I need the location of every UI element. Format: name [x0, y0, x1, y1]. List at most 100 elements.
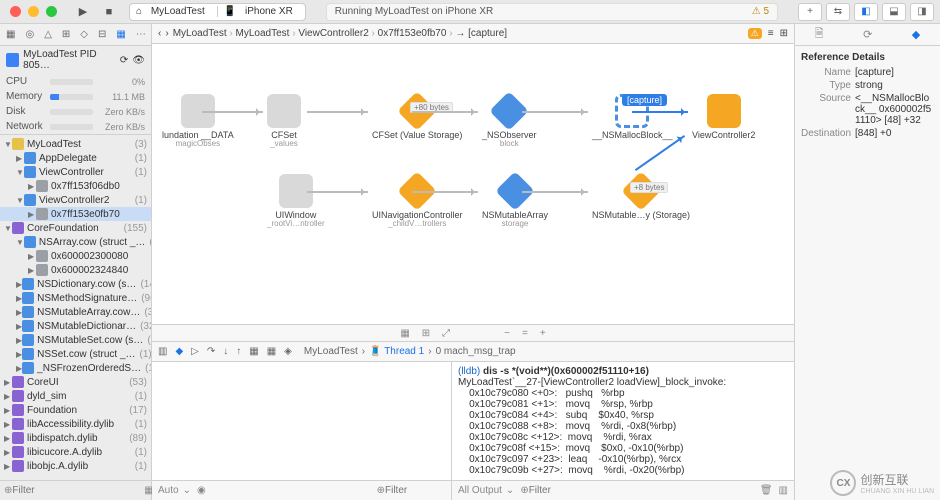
warning-badge[interactable]: ⚠ 5 [752, 6, 769, 17]
layout2-icon[interactable]: ⊞ [422, 328, 430, 339]
graph-node[interactable]: CFSet_values [267, 94, 301, 148]
tree-node[interactable]: ▶dyld_sim(1) [0, 389, 151, 403]
tree-node[interactable]: ▶libdispatch.dylib(89) [0, 431, 151, 445]
toggle-bottom-panel-button[interactable]: ⬓ [882, 3, 906, 21]
jump-bar[interactable]: ‹ › MyLoadTest › MyLoadTest › ViewContro… [152, 24, 794, 44]
tree-node[interactable]: ▶0x7ff153e0fb70 [0, 207, 151, 221]
breakpoints-toggle-icon[interactable]: ◆ [175, 346, 183, 357]
minimize-window-button[interactable] [28, 6, 39, 17]
tree-node[interactable]: ▼ViewController2(1) [0, 193, 151, 207]
debug-memory-nav-icon[interactable]: ▦ [116, 29, 125, 40]
tree-node[interactable]: ▶NSMethodSignature…(96) [0, 291, 151, 305]
test-nav-icon[interactable]: ⊟ [98, 29, 106, 40]
jump-segment[interactable]: → [capture] [455, 28, 507, 39]
tree-node[interactable]: ▶CoreUI(53) [0, 375, 151, 389]
zoom-window-button[interactable] [46, 6, 57, 17]
toggle-right-panel-button[interactable]: ◨ [910, 3, 934, 21]
tree-node[interactable]: ▶0x600002324840 [0, 263, 151, 277]
console-layout-icon[interactable]: ▥ [779, 485, 788, 496]
tree-node[interactable]: ▶_NSFrozenOrderedS…(1) [0, 361, 151, 375]
tree-node[interactable]: ▼ViewController(1) [0, 165, 151, 179]
tree-node[interactable]: ▶AppDelegate(1) [0, 151, 151, 165]
variables-view[interactable]: Auto ⌄◉⊕ [152, 362, 452, 500]
forward-button[interactable]: › [165, 28, 168, 39]
scheme-selector[interactable]: ⌂ MyLoadTest 📱 iPhone XR [129, 3, 306, 21]
tree-node[interactable]: ▶libobjc.A.dylib(1) [0, 459, 151, 473]
jump-segment[interactable]: MyLoadTest [173, 28, 227, 39]
tree-node[interactable]: ▶NSMutableArray.cow…(3) [0, 305, 151, 319]
tree-node[interactable]: ▶0x600002300080 [0, 249, 151, 263]
vars-filter-input[interactable] [385, 485, 445, 496]
add-button[interactable]: + [798, 3, 822, 21]
jump-segment[interactable]: MyLoadTest [236, 28, 290, 39]
graph-node[interactable]: _NSObserverblock [482, 94, 537, 148]
find-nav-icon[interactable]: ⊞ [62, 29, 70, 40]
console-output[interactable]: (lldb) dis -s *(void**)(0x600002f51110+1… [452, 362, 794, 480]
graph-node[interactable]: UIWindow_rootVi…ntroller [267, 174, 325, 228]
tree-node[interactable]: ▼NSArray.cow (struct _…(2) [0, 235, 151, 249]
clear-console-icon[interactable]: 🗑 [760, 485, 773, 496]
output-scope-select[interactable]: All Output ⌄ [458, 485, 514, 496]
tree-node[interactable]: ▶0x7ff153f06db0 [0, 179, 151, 193]
tree-node[interactable]: ▶NSMutableSet.cow (s…(6) [0, 333, 151, 347]
memory-inspector-icon[interactable]: ◆ [912, 28, 920, 41]
stop-button[interactable]: ■ [97, 2, 121, 22]
step-out-icon[interactable]: ↑ [236, 346, 241, 357]
output-filter-input[interactable] [529, 485, 589, 496]
vars-eye-icon[interactable]: ◉ [197, 485, 206, 496]
filter-input[interactable] [12, 485, 144, 496]
issue-badge[interactable]: ⚠ [748, 28, 762, 39]
graph-node[interactable]: NSMutableArraystorage [482, 174, 548, 228]
breakpoint-nav-icon[interactable]: ⋯ [136, 29, 146, 40]
editor-layout-icon[interactable]: ⊞ [780, 28, 788, 39]
gauge-cpu[interactable]: CPU0% [0, 74, 151, 89]
library-button[interactable]: ⇆ [826, 3, 850, 21]
jump-segment[interactable]: ViewController2 [298, 28, 368, 39]
expand-icon[interactable]: ⤢ [442, 328, 450, 339]
graph-node[interactable]: NSMutable…y (Storage) [592, 174, 690, 220]
gauge-memory[interactable]: Memory11.1 MB [0, 89, 151, 104]
back-button[interactable]: ‹ [158, 28, 161, 39]
memory-debug-icon[interactable]: ▦ [267, 346, 276, 357]
tree-node[interactable]: ▶libicucore.A.dylib(1) [0, 445, 151, 459]
vars-scope-select[interactable]: Auto ⌄ [158, 485, 191, 496]
layout-icon[interactable]: ▦ [400, 328, 409, 339]
refresh-icon[interactable]: ⟳ [120, 55, 128, 66]
continue-icon[interactable]: ▷ [191, 346, 199, 357]
memory-tree[interactable]: ▼MyLoadTest(3)▶AppDelegate(1)▼ViewContro… [0, 135, 151, 480]
zoom-in-icon[interactable]: + [540, 328, 546, 339]
tree-node[interactable]: ▶libAccessibility.dylib(1) [0, 417, 151, 431]
jump-segment[interactable]: 0x7ff153e0fb70 [378, 28, 447, 39]
file-inspector-icon[interactable]: 🗎 [815, 25, 824, 44]
tree-node[interactable]: ▼MyLoadTest(3) [0, 137, 151, 151]
toggle-left-panel-button[interactable]: ◧ [854, 3, 878, 21]
tree-node[interactable]: ▶Foundation(17) [0, 403, 151, 417]
adjust-icon[interactable]: ≡ [768, 28, 774, 39]
project-nav-icon[interactable]: ▦ [6, 29, 15, 40]
gauge-network[interactable]: NetworkZero KB/s [0, 119, 151, 134]
graph-node[interactable]: lundation __DATAmagicObses [162, 94, 234, 148]
history-inspector-icon[interactable]: ⟳ [863, 28, 872, 41]
gauge-disk[interactable]: DiskZero KB/s [0, 104, 151, 119]
capture-badge[interactable]: [capture] [622, 94, 667, 106]
graph-node[interactable]: ViewController2 [692, 94, 755, 140]
tree-node[interactable]: ▶NSMutableDictionar…(32) [0, 319, 151, 333]
tree-node[interactable]: ▶NSDictionary.cow (s…(14) [0, 277, 151, 291]
memory-graph[interactable]: lundation __DATAmagicObsesCFSet_valuesCF… [152, 44, 794, 324]
view-debug-icon[interactable]: ▦ [249, 346, 258, 357]
tree-node[interactable]: ▼CoreFoundation(155) [0, 221, 151, 235]
step-over-icon[interactable]: ↷ [207, 346, 215, 357]
hide-debug-icon[interactable]: ▥ [158, 346, 167, 357]
graph-node[interactable]: UINavigationController_childV…trollers [372, 174, 463, 228]
eye-icon[interactable]: 👁 [132, 55, 145, 66]
issue-nav-icon[interactable]: ◇ [80, 29, 88, 40]
zoom-out-icon[interactable]: − [504, 328, 510, 339]
thread-crumb[interactable]: MyLoadTest › 🧵 Thread 1 › 0 mach_msg_tra… [304, 346, 516, 357]
zoom-reset-icon[interactable]: = [522, 328, 528, 339]
run-button[interactable]: ▶ [71, 2, 95, 22]
source-nav-icon[interactable]: ◎ [25, 29, 34, 40]
tree-node[interactable]: ▶NSSet.cow (struct _…(1) [0, 347, 151, 361]
simulate-icon[interactable]: ◈ [284, 346, 292, 357]
symbol-nav-icon[interactable]: △ [44, 29, 52, 40]
close-window-button[interactable] [10, 6, 21, 17]
